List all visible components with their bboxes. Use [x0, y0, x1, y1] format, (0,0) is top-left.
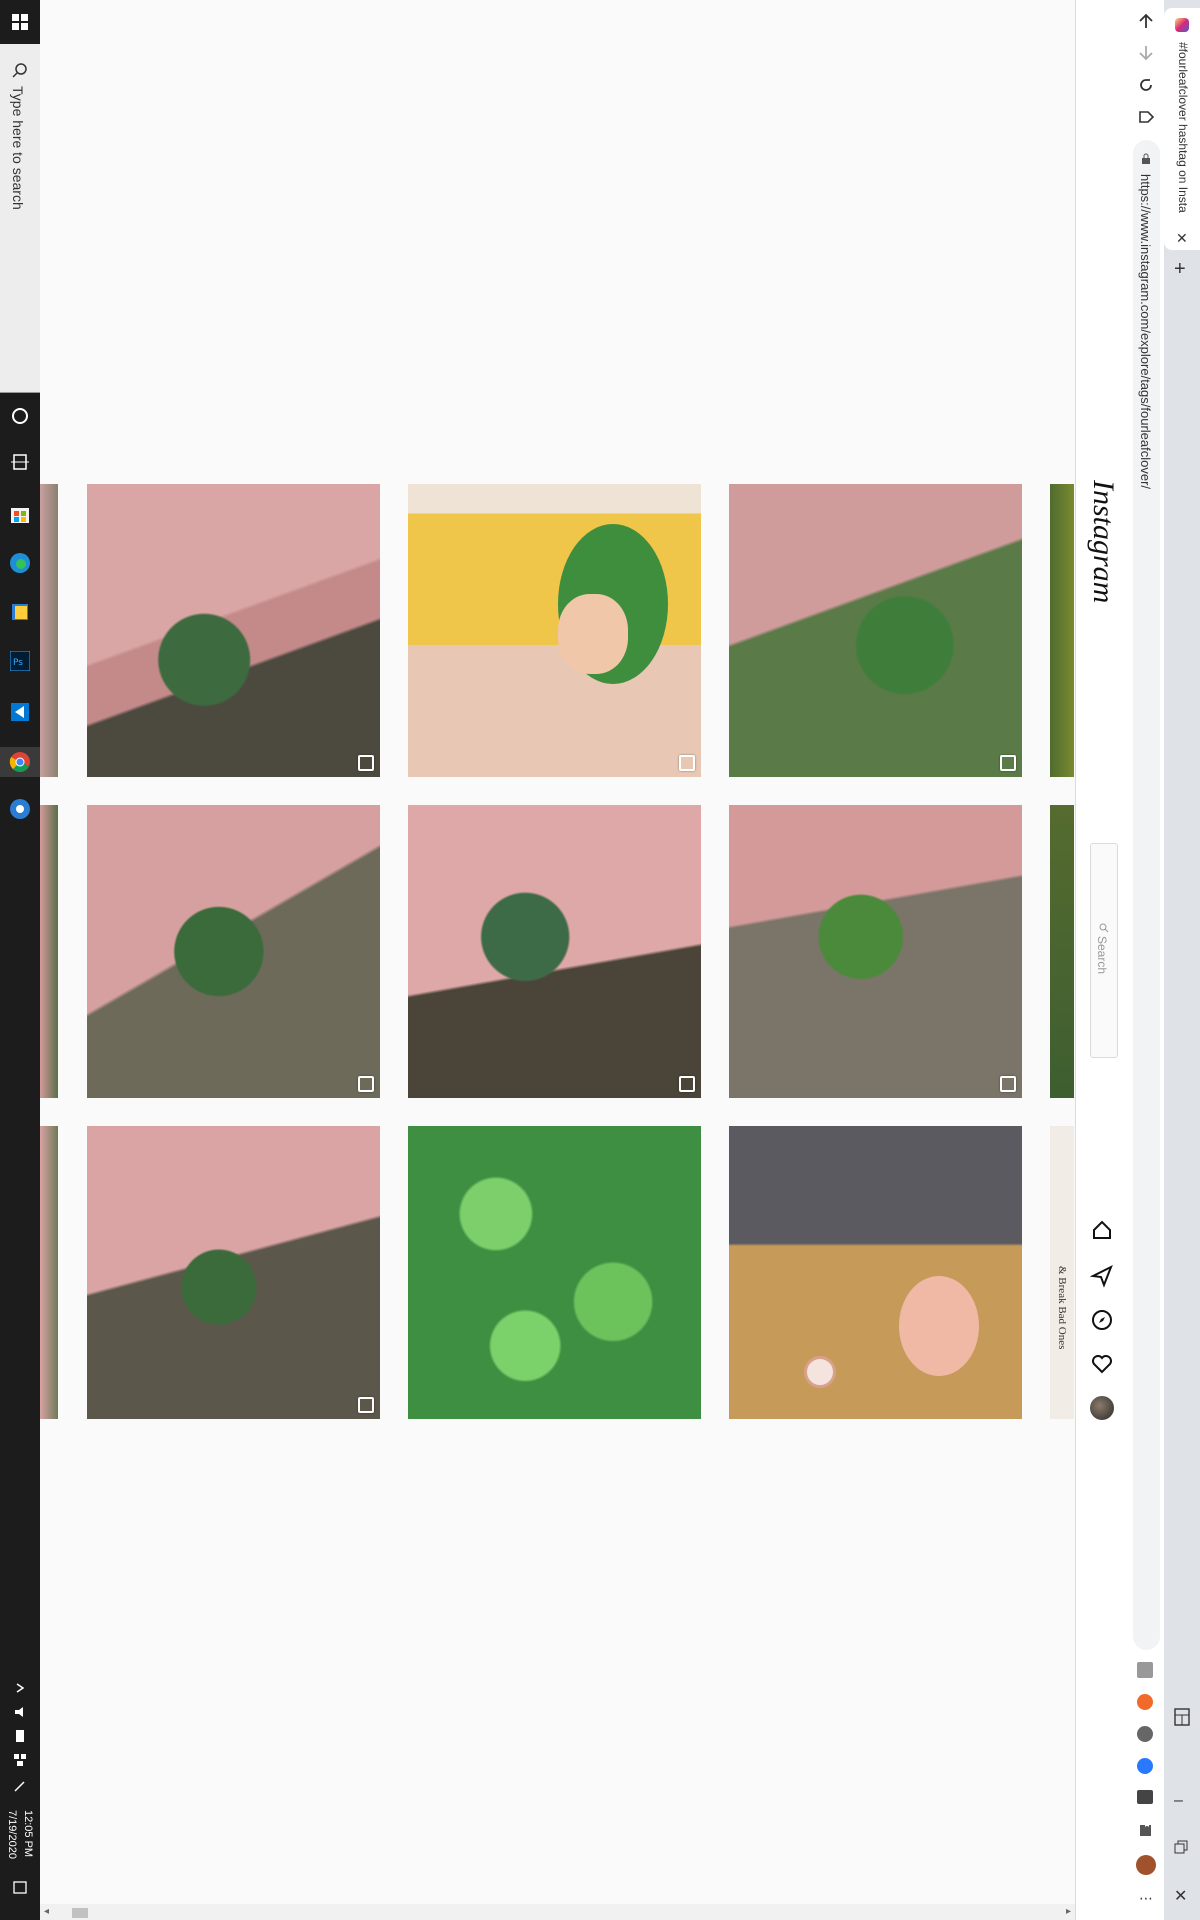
- profile-icon[interactable]: [1090, 1396, 1114, 1420]
- post-tile[interactable]: [87, 805, 380, 1098]
- scrollbar-thumb[interactable]: [72, 1908, 88, 1918]
- partial-post-text: & Break Bad Ones: [1056, 1266, 1068, 1350]
- extension-circle-icon[interactable]: [1137, 1726, 1153, 1742]
- instagram-favicon-icon: [1175, 18, 1189, 32]
- activity-icon[interactable]: [1090, 1352, 1114, 1381]
- new-tab-button[interactable]: +: [1174, 258, 1186, 281]
- instagram-header: Instagram Search: [1075, 0, 1128, 1920]
- post-tile-partial[interactable]: [1050, 484, 1074, 777]
- instagram-logo[interactable]: Instagram: [1086, 480, 1120, 603]
- post-tile[interactable]: [408, 484, 701, 777]
- tab-strip: #fourleafclover hashtag on Insta ✕ + – ✕: [1164, 0, 1200, 1920]
- chevron-up-icon[interactable]: [8, 1676, 32, 1700]
- volume-icon[interactable]: [8, 1700, 32, 1724]
- carousel-icon: [1000, 1076, 1016, 1092]
- lock-icon: [1141, 152, 1151, 170]
- post-tile[interactable]: [729, 805, 1022, 1098]
- post-tile[interactable]: [729, 484, 1022, 777]
- instagram-search-placeholder: Search: [1095, 936, 1109, 975]
- post-tile[interactable]: [408, 805, 701, 1098]
- pen-icon[interactable]: [8, 1774, 32, 1798]
- taskbar-search-box[interactable]: Type here to search: [0, 44, 40, 393]
- address-bar[interactable]: https://www.instagram.com/explore/tags/f…: [1133, 140, 1160, 1650]
- carousel-icon: [358, 1397, 374, 1413]
- restore-icon[interactable]: [1174, 1840, 1188, 1859]
- taskbar-time[interactable]: 12:05 PM: [22, 1810, 34, 1857]
- carousel-icon: [679, 755, 695, 771]
- post-tile[interactable]: [87, 1126, 380, 1419]
- scroll-right-icon[interactable]: ▸: [1066, 1906, 1071, 1917]
- network-icon[interactable]: [8, 1748, 32, 1772]
- search-icon: [12, 62, 28, 83]
- extension-blue-icon[interactable]: [1137, 1758, 1153, 1774]
- file-explorer-icon[interactable]: [8, 600, 32, 624]
- battery-icon[interactable]: [8, 1724, 32, 1748]
- post-tile-partial[interactable]: [1050, 805, 1074, 1098]
- reload-icon[interactable]: [1137, 76, 1155, 99]
- more-icon[interactable]: ⋯: [1139, 1890, 1153, 1907]
- puzzle-icon[interactable]: [1137, 1822, 1153, 1843]
- post-tile[interactable]: [408, 1126, 701, 1419]
- close-window-icon[interactable]: ✕: [1174, 1886, 1187, 1906]
- notification-icon[interactable]: [8, 1876, 32, 1900]
- carousel-icon: [358, 1076, 374, 1092]
- extension-monitor-icon[interactable]: [1137, 1790, 1153, 1804]
- instagram-search-input[interactable]: Search: [1090, 843, 1118, 1058]
- url-text[interactable]: https://www.instagram.com/explore/tags/f…: [1138, 174, 1153, 489]
- cortana-icon[interactable]: [8, 404, 32, 428]
- direct-icon[interactable]: [1089, 1264, 1114, 1293]
- tab-title: #fourleafclover hashtag on Insta: [1176, 42, 1190, 213]
- settings-icon[interactable]: [8, 797, 32, 821]
- task-view-icon[interactable]: [8, 450, 32, 474]
- windows-start-icon[interactable]: [8, 10, 32, 34]
- grammarly-icon[interactable]: [1137, 1662, 1153, 1678]
- carousel-icon: [1000, 755, 1016, 771]
- chrome-icon[interactable]: [0, 747, 40, 777]
- close-tab-icon[interactable]: ✕: [1176, 230, 1188, 247]
- back-icon[interactable]: [1137, 12, 1155, 35]
- edge-icon[interactable]: [8, 551, 32, 575]
- photoshop-icon[interactable]: Ps: [8, 649, 32, 673]
- vscode-icon[interactable]: [8, 700, 32, 724]
- tab-instagram[interactable]: #fourleafclover hashtag on Insta ✕: [1164, 8, 1200, 250]
- explore-icon[interactable]: [1090, 1308, 1114, 1337]
- home-icon[interactable]: [1090, 1218, 1114, 1247]
- post-tile-partial[interactable]: [40, 1126, 58, 1419]
- post-tile[interactable]: [729, 1126, 1022, 1419]
- scroll-left-icon[interactable]: ◂: [44, 1906, 49, 1917]
- taskbar-search-placeholder: Type here to search: [10, 86, 26, 210]
- horizontal-scrollbar[interactable]: ◂ ▸: [40, 1904, 1075, 1920]
- profile-avatar-icon[interactable]: [1136, 1855, 1156, 1875]
- store-icon[interactable]: [8, 502, 32, 526]
- post-tile-partial[interactable]: [40, 484, 58, 777]
- carousel-icon: [358, 755, 374, 771]
- browser-toolbar: https://www.instagram.com/explore/tags/f…: [1127, 0, 1164, 1920]
- forward-icon[interactable]: [1137, 44, 1155, 67]
- taskbar-date[interactable]: 7/19/2020: [6, 1810, 18, 1859]
- post-tile-partial[interactable]: [40, 805, 58, 1098]
- carousel-icon: [679, 1076, 695, 1092]
- extension-orange-icon[interactable]: [1137, 1694, 1153, 1710]
- windows-taskbar: Type here to search Ps 12:05 PM 7/19/202…: [0, 0, 40, 1920]
- post-tile-partial[interactable]: & Break Bad Ones: [1050, 1126, 1074, 1419]
- svg-text:Ps: Ps: [13, 658, 23, 668]
- home-page-icon[interactable]: [1137, 108, 1155, 131]
- post-tile[interactable]: [87, 484, 380, 777]
- tab-search-icon[interactable]: [1174, 1708, 1190, 1731]
- minimize-icon[interactable]: –: [1174, 1792, 1183, 1810]
